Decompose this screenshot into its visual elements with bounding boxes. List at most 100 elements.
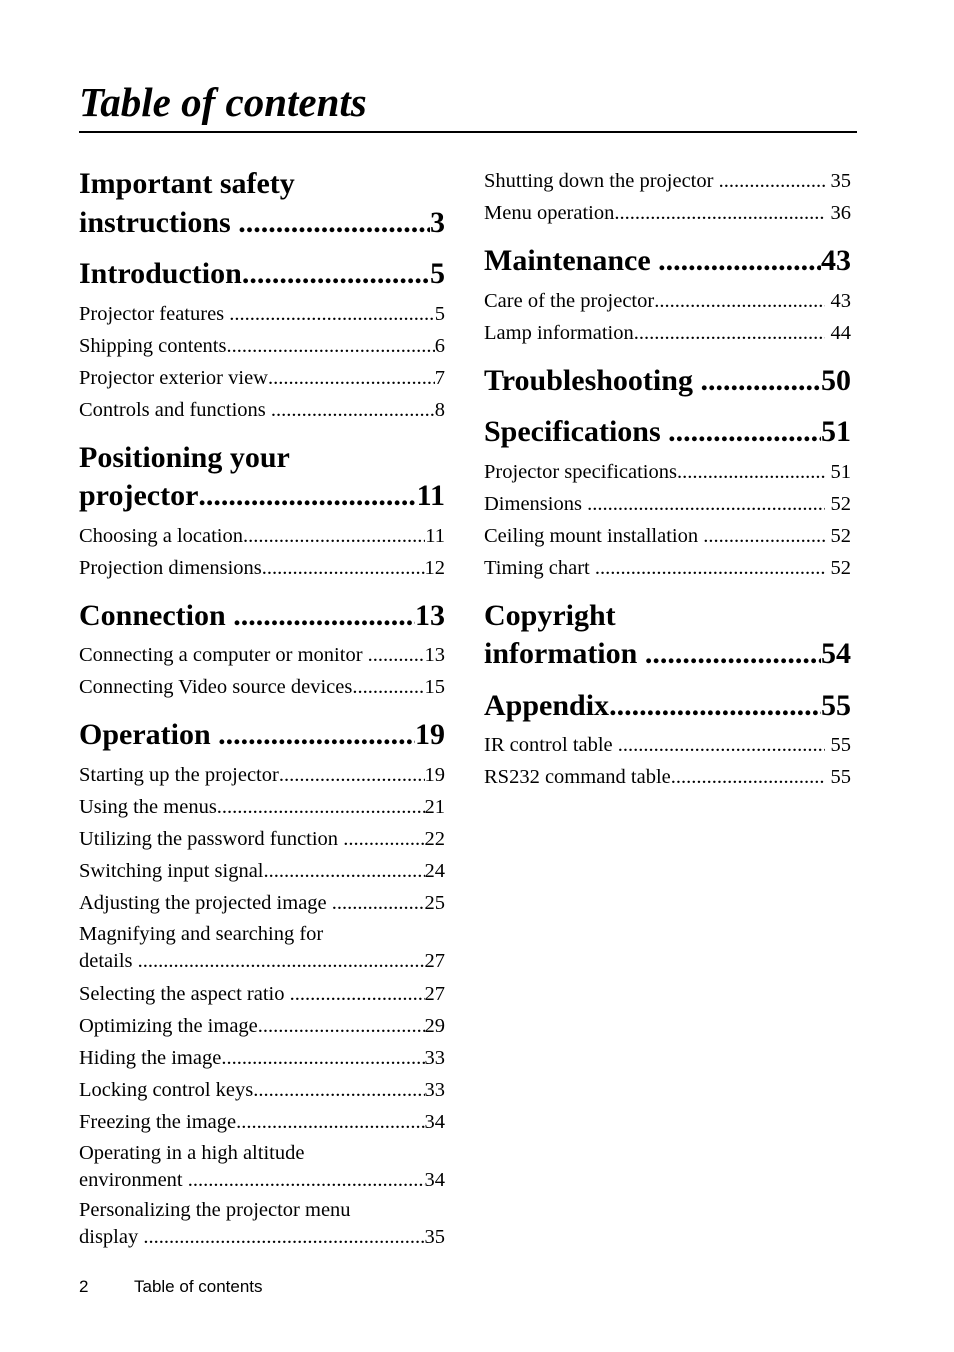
toc-page-number: 50	[821, 363, 851, 397]
toc-entry-title: Projector features	[79, 302, 230, 325]
toc-entry-title: Connecting Video source devices	[79, 676, 353, 698]
toc-page-number: 12	[424, 556, 446, 579]
toc-entry-title: Troubleshooting	[484, 363, 701, 397]
toc-entry-title-line: Operating in a high altitude	[79, 1141, 305, 1164]
toc-chapter-entry[interactable]: Copyrightinformation 54	[484, 597, 851, 674]
toc-section-entry[interactable]: Personalizing the projector menu display …	[79, 1197, 445, 1252]
toc-section-entry[interactable]: Adjusting the projected image 25	[79, 887, 445, 919]
toc-section-entry[interactable]: Menu operation 36	[484, 197, 851, 229]
toc-chapter-entry[interactable]: Troubleshooting 50	[484, 362, 851, 401]
toc-section-entry[interactable]: RS232 command table 55	[484, 761, 851, 793]
toc-entry-title-line: Magnifying and searching for	[79, 922, 324, 945]
toc-dot-leader	[268, 362, 435, 394]
toc-section-entry[interactable]: Freezing the image 34	[79, 1106, 445, 1138]
toc-section-entry[interactable]: Projector exterior view 7	[79, 362, 445, 394]
toc-column-left: Important safety instructions 3 Introducti…	[79, 165, 445, 1254]
toc-dot-leader	[221, 1042, 424, 1074]
toc-entry-title: Starting up the projector	[79, 763, 279, 786]
toc-page-number: 15	[424, 676, 446, 698]
toc-dot-leader	[271, 394, 435, 426]
toc-section-entry[interactable]: Controls and functions 8	[79, 394, 445, 426]
toc-chapter-entry[interactable]: Connection 13	[79, 597, 445, 636]
toc-entry-row: projector 11	[79, 477, 445, 516]
toc-page-number: 6	[434, 334, 445, 357]
toc-section-entry[interactable]: Projection dimensions 12	[79, 552, 445, 584]
toc-entry-title: Using the menus	[79, 795, 217, 818]
toc-page-number: 5	[434, 302, 445, 325]
toc-section-entry[interactable]: Utilizing the password function 22	[79, 823, 445, 855]
toc-section-entry[interactable]: Locking control keys 33	[79, 1074, 445, 1106]
toc-chapter-entry[interactable]: Positioning your projector 11	[79, 439, 445, 516]
toc-page-number: 3	[430, 205, 445, 239]
toc-page-number: 33	[424, 1078, 446, 1101]
toc-entry-row: instructions 3	[79, 204, 445, 243]
toc-entry-row: environment 34	[79, 1167, 445, 1195]
toc-section-entry[interactable]: Optimizing the image 29	[79, 1010, 445, 1042]
toc-entry-row: Shutting down the projector 35	[484, 165, 851, 197]
toc-entry-title: Connection	[79, 598, 234, 632]
page-title: Table of contents	[79, 79, 367, 125]
toc-page-number: 25	[424, 891, 446, 914]
toc-dot-leader	[258, 1010, 425, 1042]
toc-section-entry[interactable]: Selecting the aspect ratio 27	[79, 978, 445, 1010]
toc-entry-row: Menu operation 36	[484, 197, 851, 229]
toc-chapter-entry[interactable]: Specifications 51	[484, 413, 851, 452]
toc-section-entry[interactable]: Connecting Video source devices 15	[79, 671, 445, 703]
toc-dot-leader	[253, 1074, 424, 1106]
toc-chapter-entry[interactable]: Operation 19	[79, 716, 445, 755]
toc-section-entry[interactable]: IR control table 55	[484, 729, 851, 761]
toc-dot-leader	[264, 855, 425, 887]
toc-chapter-entry[interactable]: Important safety instructions 3	[79, 165, 445, 242]
toc-page-number: 8	[434, 398, 445, 421]
toc-entry-title: Projection dimensions	[79, 556, 262, 579]
toc-dot-leader	[229, 298, 434, 330]
toc-section-entry[interactable]: Magnifying and searching for details 27	[79, 921, 445, 976]
toc-entry-row: IR control table 55	[484, 729, 851, 761]
toc-dot-leader	[668, 413, 821, 452]
toc-entry-title: Freezing the image	[79, 1110, 237, 1133]
toc-section-entry[interactable]: Operating in a high altitude environment …	[79, 1140, 445, 1195]
toc-dot-leader	[719, 165, 826, 197]
toc-page-number: 36	[825, 202, 852, 224]
toc-section-entry[interactable]: Projector specifications 51	[484, 456, 851, 488]
toc-entry-row: Care of the projector 43	[484, 285, 851, 317]
toc-page-number: 5	[430, 257, 445, 290]
toc-section-entry[interactable]: Connecting a computer or monitor 13	[79, 639, 445, 671]
footer-page-number: 2	[79, 1277, 89, 1296]
toc-page-number: 27	[424, 982, 446, 1005]
toc-dot-leader	[587, 488, 825, 520]
toc-section-entry[interactable]: Shutting down the projector 35	[484, 165, 851, 197]
toc-page-number: 34	[424, 1169, 446, 1191]
toc-page-number: 27	[424, 950, 446, 972]
toc-chapter-entry[interactable]: Maintenance 43	[484, 242, 851, 281]
toc-section-entry[interactable]: Choosing a location 11	[79, 520, 445, 552]
toc-section-entry[interactable]: Lamp information 44	[484, 317, 851, 349]
toc-section-entry[interactable]: Hiding the image 33	[79, 1042, 445, 1074]
toc-section-entry[interactable]: Timing chart 52	[484, 552, 851, 584]
toc-entry-row: Appendix 55	[484, 687, 851, 726]
toc-dot-leader	[609, 687, 821, 726]
toc-page-number: 24	[424, 859, 446, 882]
toc-section-entry[interactable]: Shipping contents 6	[79, 330, 445, 362]
toc-entry-row: Projection dimensions 12	[79, 552, 445, 584]
toc-section-entry[interactable]: Ceiling mount installation 52	[484, 520, 851, 552]
toc-entry-title: environment	[79, 1169, 188, 1191]
toc-chapter-entry[interactable]: Appendix 55	[484, 687, 851, 726]
toc-section-entry[interactable]: Care of the projector 43	[484, 285, 851, 317]
toc-section-entry[interactable]: Dimensions 52	[484, 488, 851, 520]
toc-chapter-entry[interactable]: Introduction 5	[79, 255, 445, 294]
toc-section-entry[interactable]: Starting up the projector 19	[79, 759, 445, 791]
toc-entry-row: Troubleshooting 50	[484, 362, 851, 401]
toc-entry-title: Selecting the aspect ratio	[79, 982, 290, 1005]
toc-section-entry[interactable]: Using the menus 21	[79, 791, 445, 823]
toc-dot-leader	[703, 520, 825, 552]
toc-entry-title: RS232 command table	[484, 766, 671, 788]
toc-section-entry[interactable]: Projector features 5	[79, 298, 445, 330]
toc-section-entry[interactable]: Switching input signal 24	[79, 855, 445, 887]
toc-entry-title: Care of the projector	[484, 289, 655, 312]
toc-dot-leader	[238, 204, 430, 243]
toc-dot-leader	[233, 597, 415, 636]
toc-entry-row: Maintenance 43	[484, 242, 851, 281]
toc-page-number: 7	[434, 366, 445, 389]
toc-entry-title: Choosing a location	[79, 524, 243, 547]
